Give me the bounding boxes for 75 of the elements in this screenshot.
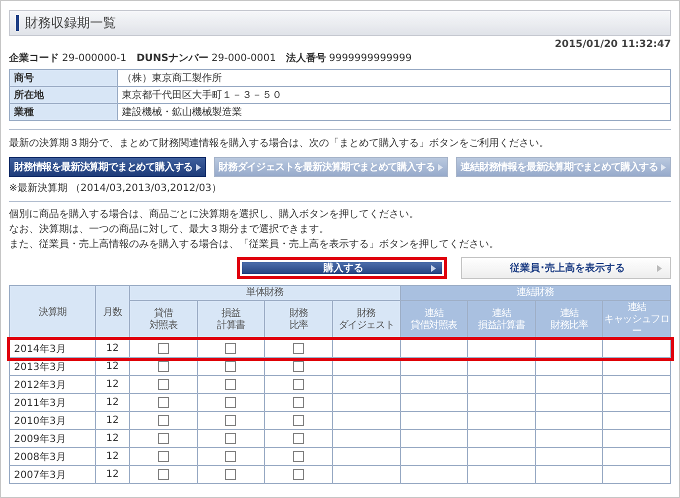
checkbox[interactable] bbox=[293, 450, 304, 462]
latest-period-note: ※最新決算期 （2014/03,2013/03,2012/03） bbox=[9, 182, 223, 196]
checkbox[interactable] bbox=[293, 378, 304, 390]
bulk-purchase-button[interactable]: 財務情報を最新決算期でまとめて購入する bbox=[9, 157, 206, 177]
page-title: 財務収録期一覧 bbox=[25, 15, 116, 32]
company-id: DUNSナンバー 29-000-0001 bbox=[136, 52, 276, 65]
info-value: 建設機械・鉱山機械製造業 bbox=[118, 104, 670, 120]
months-cell: 12 bbox=[96, 448, 130, 466]
arrow-icon bbox=[661, 164, 666, 170]
period-cell: 2007年3月 bbox=[10, 466, 96, 484]
info-label: 所在地 bbox=[10, 86, 118, 104]
company-id: 法人番号 9999999999999 bbox=[286, 52, 412, 65]
checkbox[interactable] bbox=[225, 396, 236, 408]
checkbox[interactable] bbox=[225, 360, 236, 372]
bulk-intro-text: 最新の決算期３期分で、まとめて財務関連情報を購入する場合は、次の「まとめて購入する」ボタンをご利用ください。 bbox=[9, 136, 550, 151]
period-cell: 2009年3月 bbox=[10, 430, 96, 448]
title-accent-bar bbox=[16, 15, 19, 31]
column-header: 貸借 対照表 bbox=[130, 300, 198, 340]
months-cell: 12 bbox=[96, 340, 130, 358]
instruction-text: また、従業員・売上高情報のみを購入する場合は、「従業員・売上高を表示する」ボタンを押してください。 bbox=[9, 238, 500, 252]
checkbox[interactable] bbox=[158, 450, 169, 462]
info-label: 業種 bbox=[10, 104, 118, 120]
arrow-icon bbox=[438, 164, 443, 170]
purchase-button[interactable]: 購入する bbox=[237, 257, 447, 279]
column-header: 財務 ダイジェスト bbox=[332, 300, 400, 340]
period-cell: 2014年3月 bbox=[10, 340, 96, 358]
months-cell: 12 bbox=[96, 394, 130, 412]
checkbox[interactable] bbox=[225, 414, 236, 426]
checkbox[interactable] bbox=[293, 432, 304, 444]
checkbox[interactable] bbox=[225, 468, 236, 480]
checkbox[interactable] bbox=[158, 432, 169, 444]
column-header: 連結 財務比率 bbox=[535, 300, 603, 340]
period-cell: 2011年3月 bbox=[10, 394, 96, 412]
show-employees-button[interactable]: 従業員･売上高を表示する bbox=[461, 257, 671, 279]
checkbox[interactable] bbox=[225, 450, 236, 462]
arrow-icon bbox=[431, 264, 436, 272]
checkbox[interactable] bbox=[158, 378, 169, 390]
company-id: 企業コード 29-000000-1 bbox=[9, 52, 126, 65]
checkbox[interactable] bbox=[158, 342, 169, 354]
arrow-icon bbox=[657, 264, 662, 272]
instruction-text: 個別に商品を購入する場合は、商品ごとに決算期を選択し、購入ボタンを押してください。 bbox=[9, 208, 420, 222]
group-header: 連結財務 bbox=[400, 286, 670, 300]
checkbox[interactable] bbox=[158, 396, 169, 408]
months-cell: 12 bbox=[96, 412, 130, 430]
checkbox[interactable] bbox=[225, 432, 236, 444]
arrow-icon bbox=[196, 164, 201, 170]
checkbox[interactable] bbox=[293, 396, 304, 408]
months-cell: 12 bbox=[96, 466, 130, 484]
instruction-text: なお、決算期は、一つの商品に対して、最大３期分まで選択できます。 bbox=[9, 222, 330, 237]
info-value: （株）東京商工製作所 bbox=[118, 70, 670, 86]
column-header: 月数 bbox=[96, 286, 130, 340]
period-cell: 2010年3月 bbox=[10, 412, 96, 430]
column-header: 損益 計算書 bbox=[197, 300, 265, 340]
column-header: 財務 比率 bbox=[264, 300, 332, 340]
info-value: 東京都千代田区大手町１－３－５０ bbox=[118, 86, 670, 104]
checkbox[interactable] bbox=[293, 342, 304, 354]
checkbox[interactable] bbox=[293, 360, 304, 372]
period-cell: 2012年3月 bbox=[10, 376, 96, 394]
column-header: 連結 貸借対照表 bbox=[400, 300, 468, 340]
months-cell: 12 bbox=[96, 376, 130, 394]
column-header: 決算期 bbox=[10, 286, 96, 340]
column-header: 連結 キャッシュフロー bbox=[602, 300, 670, 340]
checkbox[interactable] bbox=[293, 468, 304, 480]
group-header: 単体財務 bbox=[130, 286, 400, 300]
info-label: 商号 bbox=[10, 70, 118, 86]
checkbox[interactable] bbox=[158, 414, 169, 426]
checkbox[interactable] bbox=[158, 360, 169, 372]
period-cell: 2008年3月 bbox=[10, 448, 96, 466]
column-header: 連結 損益計算書 bbox=[468, 300, 536, 340]
checkbox[interactable] bbox=[225, 378, 236, 390]
checkbox[interactable] bbox=[293, 414, 304, 426]
months-cell: 12 bbox=[96, 430, 130, 448]
timestamp: 2015/01/20 11:32:47 bbox=[554, 39, 671, 50]
checkbox[interactable] bbox=[225, 342, 236, 354]
checkbox[interactable] bbox=[158, 468, 169, 480]
